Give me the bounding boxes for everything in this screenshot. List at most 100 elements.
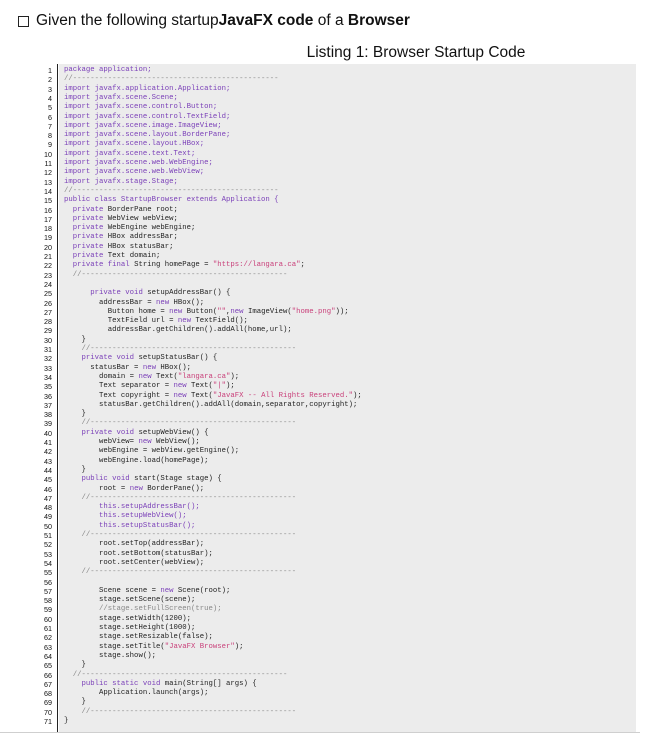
code-text: public class StartupBrowser extends Appl… xyxy=(64,196,279,205)
code-text: this.setupStatusBar(); xyxy=(64,522,195,531)
code-token: WebView webView; xyxy=(103,214,178,223)
line-number: 15 xyxy=(44,196,52,206)
code-text: //--------------------------------------… xyxy=(64,568,297,577)
code-text: domain = new Text("langara.ca"); xyxy=(64,373,239,382)
code-token: "|" xyxy=(212,382,227,391)
code-token: new xyxy=(177,317,191,326)
code-line: 28 TextField url = new TextField(); xyxy=(10,317,636,326)
code-line: 63 stage.setTitle("JavaFX Browser"); xyxy=(10,643,636,652)
code-token: public void xyxy=(64,475,130,484)
code-token: new xyxy=(169,307,183,316)
checkbox-icon[interactable] xyxy=(18,15,29,27)
code-line: 59 //stage.setFullScreen(true); xyxy=(10,605,636,614)
code-line: 58 stage.setScene(scene); xyxy=(10,596,636,605)
code-line: 7 import javafx.scene.image.ImageView; xyxy=(10,122,636,131)
code-line: 11 import javafx.scene.web.WebEngine; xyxy=(10,159,636,168)
code-token: import javafx.scene.layout.BorderPane; xyxy=(64,131,231,140)
code-token: } xyxy=(64,410,86,419)
code-token: //--------------------------------------… xyxy=(64,75,279,84)
code-line: 3 import javafx.application.Application; xyxy=(10,85,636,94)
code-token: .setupStatusBar(); xyxy=(116,521,196,530)
code-line: 48 this.setupAddressBar(); xyxy=(10,503,636,512)
code-token: new xyxy=(138,438,152,446)
code-line: 54 root.setCenter(webView); xyxy=(10,559,636,568)
code-text: this.setupAddressBar(); xyxy=(64,503,200,512)
code-text: public void start(Stage stage) { xyxy=(64,475,222,484)
code-text: root = new BorderPane(); xyxy=(64,485,204,494)
code-text: public static void main(String[] args) { xyxy=(64,680,257,689)
line-number: 21 xyxy=(44,252,52,261)
code-line: 14 //------------------------------------… xyxy=(10,187,636,196)
code-token: private xyxy=(64,224,104,233)
code-line: 18 private WebEngine webEngine; xyxy=(10,224,636,233)
question-bold-javafx: JavaFX code xyxy=(218,12,314,29)
line-number: 13 xyxy=(44,177,52,187)
code-text: import javafx.scene.control.TextField; xyxy=(64,113,230,122)
code-text: import javafx.scene.text.Text; xyxy=(64,150,195,159)
code-text: //--------------------------------------… xyxy=(64,75,279,84)
code-token: import javafx.scene.text.Text; xyxy=(64,149,196,158)
code-line: 49 this.setupWebView(); xyxy=(10,512,636,521)
code-text: //--------------------------------------… xyxy=(64,345,297,354)
question-middle: of a xyxy=(313,12,348,29)
line-number: 67 xyxy=(44,679,52,689)
code-line: 36 Text copyright = new Text("JavaFX -- … xyxy=(10,392,636,401)
code-token: } xyxy=(64,661,86,670)
line-number: 62 xyxy=(44,633,52,643)
line-number: 6 xyxy=(48,112,52,122)
line-number: 4 xyxy=(48,93,52,103)
code-text: webEngine.load(homePage); xyxy=(64,457,209,466)
line-number: 50 xyxy=(44,521,52,531)
code-token: root.setCenter(webView); xyxy=(64,558,205,567)
code-token: //--------------------------------------… xyxy=(64,270,288,279)
code-text: } xyxy=(64,336,86,345)
code-token: "home.png" xyxy=(291,307,336,316)
code-token: Text( xyxy=(186,391,213,400)
code-token: Text( xyxy=(186,382,213,391)
code-line: 10 import javafx.scene.text.Text; xyxy=(10,150,636,159)
line-number: 33 xyxy=(44,363,52,373)
line-number: 34 xyxy=(44,372,52,382)
code-token: import javafx.scene.image.ImageView; xyxy=(64,121,222,130)
code-token: root = xyxy=(64,484,130,493)
line-number: 68 xyxy=(44,689,52,699)
code-token: setupStatusBar() { xyxy=(134,354,218,363)
code-line: 27 Button home = new Button("",new Image… xyxy=(10,308,636,317)
code-line: 21 private Text domain; xyxy=(10,252,636,261)
code-token: //--------------------------------------… xyxy=(64,345,297,353)
code-text: stage.setTitle("JavaFX Browser"); xyxy=(64,643,244,652)
code-line: 16 private BorderPane root; xyxy=(10,206,636,215)
code-text: } xyxy=(64,717,68,726)
line-number: 64 xyxy=(44,651,52,661)
code-line: 70 //-----------------------------------… xyxy=(10,708,636,717)
code-line: 64 stage.show(); xyxy=(10,652,636,661)
question-prefix: Given the following startup xyxy=(36,12,219,29)
code-line: 60 stage.setWidth(1200); xyxy=(10,615,636,624)
code-line: 32 private void setupStatusBar() { xyxy=(10,354,636,363)
line-number: 69 xyxy=(44,698,52,708)
code-token: this xyxy=(64,503,117,512)
code-token: import javafx.stage.Stage; xyxy=(64,177,178,186)
line-number: 27 xyxy=(44,307,52,317)
code-token: //--------------------------------------… xyxy=(64,419,297,428)
line-number: 39 xyxy=(44,419,52,429)
code-token: addressBar.getChildren().addAll(home,url… xyxy=(64,326,292,335)
code-text: private WebEngine webEngine; xyxy=(64,224,196,233)
code-token: HBox(); xyxy=(169,298,205,307)
code-token: HBox addressBar; xyxy=(103,233,178,242)
code-text: import javafx.stage.Stage; xyxy=(64,178,178,187)
code-line: 31 //-----------------------------------… xyxy=(10,345,636,354)
code-line: 4 import javafx.scene.Scene; xyxy=(10,94,636,103)
line-number: 71 xyxy=(44,717,52,726)
code-token: import javafx.scene.web.WebEngine; xyxy=(64,159,213,167)
code-text: Application.launch(args); xyxy=(64,689,209,698)
code-line: 43 webEngine.load(homePage); xyxy=(10,457,636,466)
code-text: private HBox addressBar; xyxy=(64,233,178,242)
code-token: )); xyxy=(335,307,349,316)
code-token: root.setTop(addressBar); xyxy=(64,540,205,549)
line-number: 46 xyxy=(44,484,52,494)
code-line: 20 private HBox statusBar; xyxy=(10,243,636,252)
code-token: //--------------------------------------… xyxy=(64,670,288,679)
code-token: } xyxy=(64,717,69,725)
code-text: //--------------------------------------… xyxy=(64,270,288,280)
